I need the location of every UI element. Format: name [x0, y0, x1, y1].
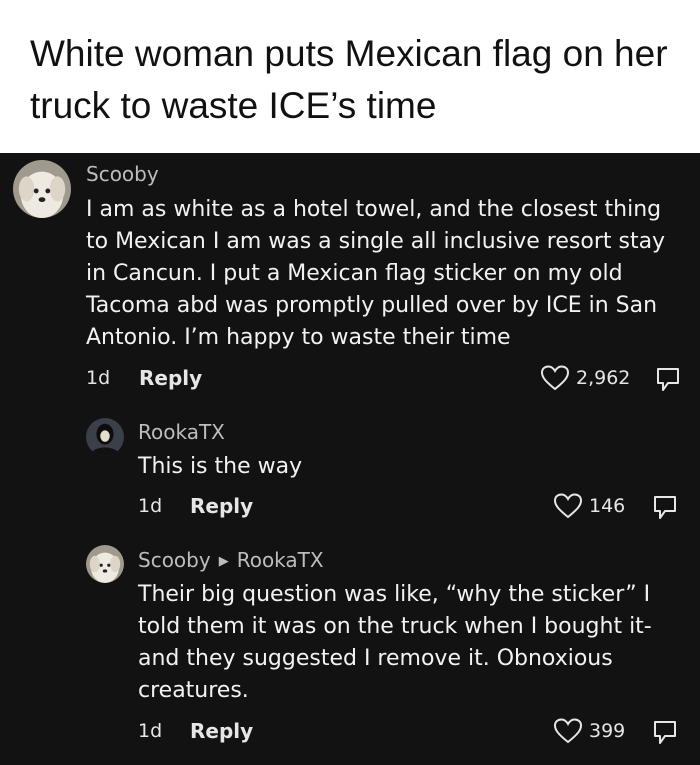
- like-count: 146: [589, 495, 626, 517]
- like-button[interactable]: 2,962: [541, 365, 630, 391]
- comment-text: Their big question was like, “why the st…: [138, 582, 652, 703]
- comment-text: This is the way: [138, 454, 303, 479]
- reply-to-username[interactable]: RookaTX: [237, 548, 324, 572]
- heart-icon: [541, 365, 569, 391]
- comment-thread: Scooby I am as white as a hotel towel, a…: [0, 153, 700, 765]
- dog-avatar[interactable]: [86, 545, 124, 583]
- comment-age: 1d: [86, 367, 111, 389]
- reply-button[interactable]: Reply: [190, 719, 253, 743]
- comment-username[interactable]: Scooby: [86, 162, 159, 186]
- caret-right-icon: ▶: [218, 554, 229, 569]
- like-count: 399: [589, 720, 626, 742]
- reply-button[interactable]: Reply: [139, 366, 202, 390]
- person-avatar[interactable]: [86, 418, 124, 456]
- heart-icon: [554, 718, 582, 744]
- post-headline: White woman puts Mexican flag on her tru…: [30, 33, 668, 126]
- reply-button[interactable]: Reply: [190, 494, 253, 518]
- dislike-icon[interactable]: [651, 493, 679, 525]
- dislike-icon[interactable]: [651, 718, 679, 750]
- comment-username[interactable]: RookaTX: [138, 420, 225, 444]
- like-button[interactable]: 399: [554, 718, 625, 744]
- like-count: 2,962: [576, 367, 631, 389]
- comment-age: 1d: [138, 720, 163, 742]
- like-button[interactable]: 146: [554, 493, 625, 519]
- comment-text: I am as white as a hotel towel, and the …: [86, 197, 666, 350]
- dog-avatar[interactable]: [13, 160, 71, 218]
- dislike-icon[interactable]: [654, 365, 682, 397]
- comment-username-line: Scooby ▶ RookaTX: [138, 548, 324, 572]
- comment-age: 1d: [138, 495, 163, 517]
- comment-username[interactable]: Scooby: [138, 548, 211, 572]
- heart-icon: [554, 493, 582, 519]
